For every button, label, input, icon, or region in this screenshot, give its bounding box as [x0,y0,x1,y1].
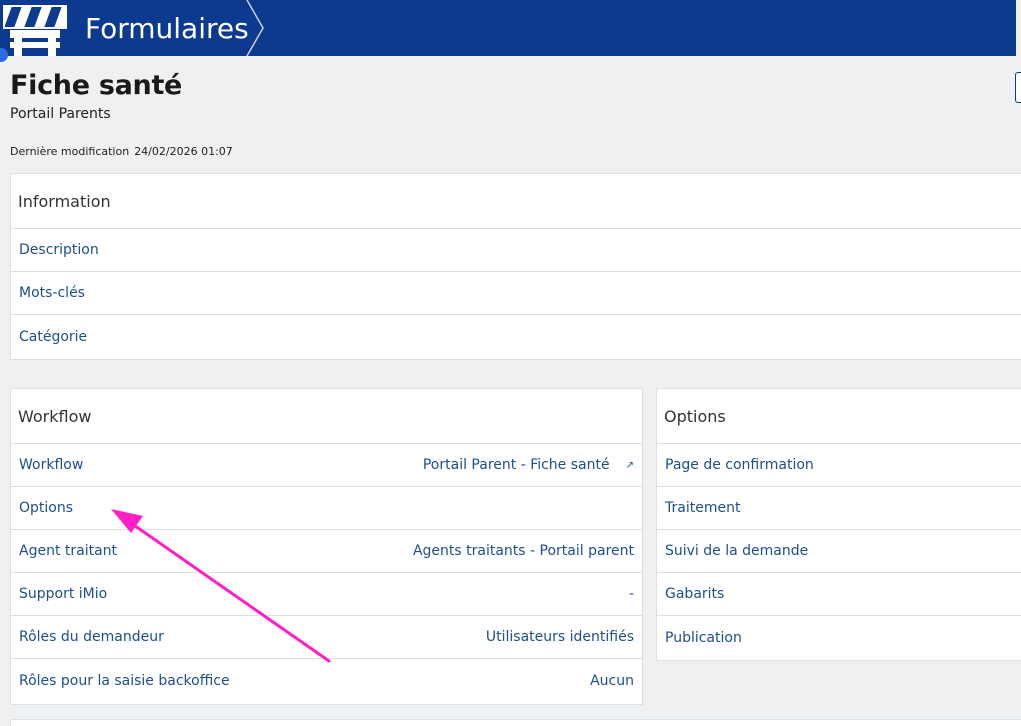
last-modified-value: 24/02/2026 01:07 [134,145,233,158]
header-edge [1016,0,1021,56]
app-title[interactable]: Formulaires [70,0,269,56]
info-row-keywords[interactable]: Mots-clés [11,272,1021,315]
workflow-row-options[interactable]: Options [11,487,642,530]
info-row-category[interactable]: Catégorie [11,315,1021,358]
page-title: Fiche santé [10,70,183,101]
workflow-panel: Workflow Workflow Portail Parent - Fiche… [10,388,643,705]
row-label[interactable]: Page de confirmation [665,457,814,473]
row-label[interactable]: Support iMio [19,586,107,602]
row-label[interactable]: Gabarits [665,586,724,602]
options-row-publication[interactable]: Publication [657,616,1021,659]
options-row-confirmation[interactable]: Page de confirmation [657,444,1021,487]
workflow-row-roles[interactable]: Rôles du demandeur Utilisateurs identifi… [11,616,642,659]
row-label[interactable]: Description [19,242,99,258]
row-label[interactable]: Suivi de la demande [665,543,808,559]
workflow-row-workflow[interactable]: Workflow Portail Parent - Fiche santé ↗ [11,444,642,487]
last-modified-label: Dernière modification [10,145,130,158]
information-panel: Information Description Mots-clés Catégo… [10,173,1021,360]
row-label[interactable]: Workflow [19,457,83,473]
options-panel: Options Page de confirmation Traitement … [656,388,1021,661]
row-value[interactable]: Portail Parent - Fiche santé ↗ [423,457,634,473]
options-row-processing[interactable]: Traitement [657,487,1021,530]
breadcrumb-chevron-icon [246,0,264,56]
workflow-row-support[interactable]: Support iMio - [11,573,642,616]
options-heading: Options [657,389,1021,444]
top-bar: Formulaires [0,0,1016,56]
row-label[interactable]: Options [19,500,73,516]
row-label[interactable]: Agent traitant [19,543,117,559]
row-value[interactable]: - [629,586,634,602]
row-label[interactable]: Publication [665,630,742,646]
sidebar-toggle-dot[interactable] [0,48,8,62]
options-row-templates[interactable]: Gabarits [657,573,1021,616]
external-link-icon[interactable]: ↗ [626,460,634,471]
page-subtitle: Portail Parents [10,106,111,122]
actions-button[interactable] [1015,72,1021,103]
row-value[interactable]: Agents traitants - Portail parent [413,543,634,559]
row-label[interactable]: Rôles du demandeur [19,629,164,645]
workflow-heading: Workflow [11,389,642,444]
row-label[interactable]: Mots-clés [19,285,85,301]
row-value[interactable]: Aucun [590,673,634,689]
row-label[interactable]: Catégorie [19,329,87,345]
info-row-description[interactable]: Description [11,229,1021,272]
information-heading: Information [11,174,1021,229]
last-modified: Dernière modification 24/02/2026 01:07 [10,145,233,158]
row-label[interactable]: Traitement [665,500,740,516]
row-label[interactable]: Rôles pour la saisie backoffice [19,673,230,689]
forms-barrier-icon[interactable] [0,0,70,56]
workflow-value[interactable]: Portail Parent - Fiche santé [423,457,610,473]
row-value[interactable]: Utilisateurs identifiés [486,629,634,645]
options-row-tracking[interactable]: Suivi de la demande [657,530,1021,573]
next-panel-edge [10,719,1021,726]
workflow-row-agent[interactable]: Agent traitant Agents traitants - Portai… [11,530,642,573]
workflow-row-backoffice-roles[interactable]: Rôles pour la saisie backoffice Aucun [11,659,642,702]
